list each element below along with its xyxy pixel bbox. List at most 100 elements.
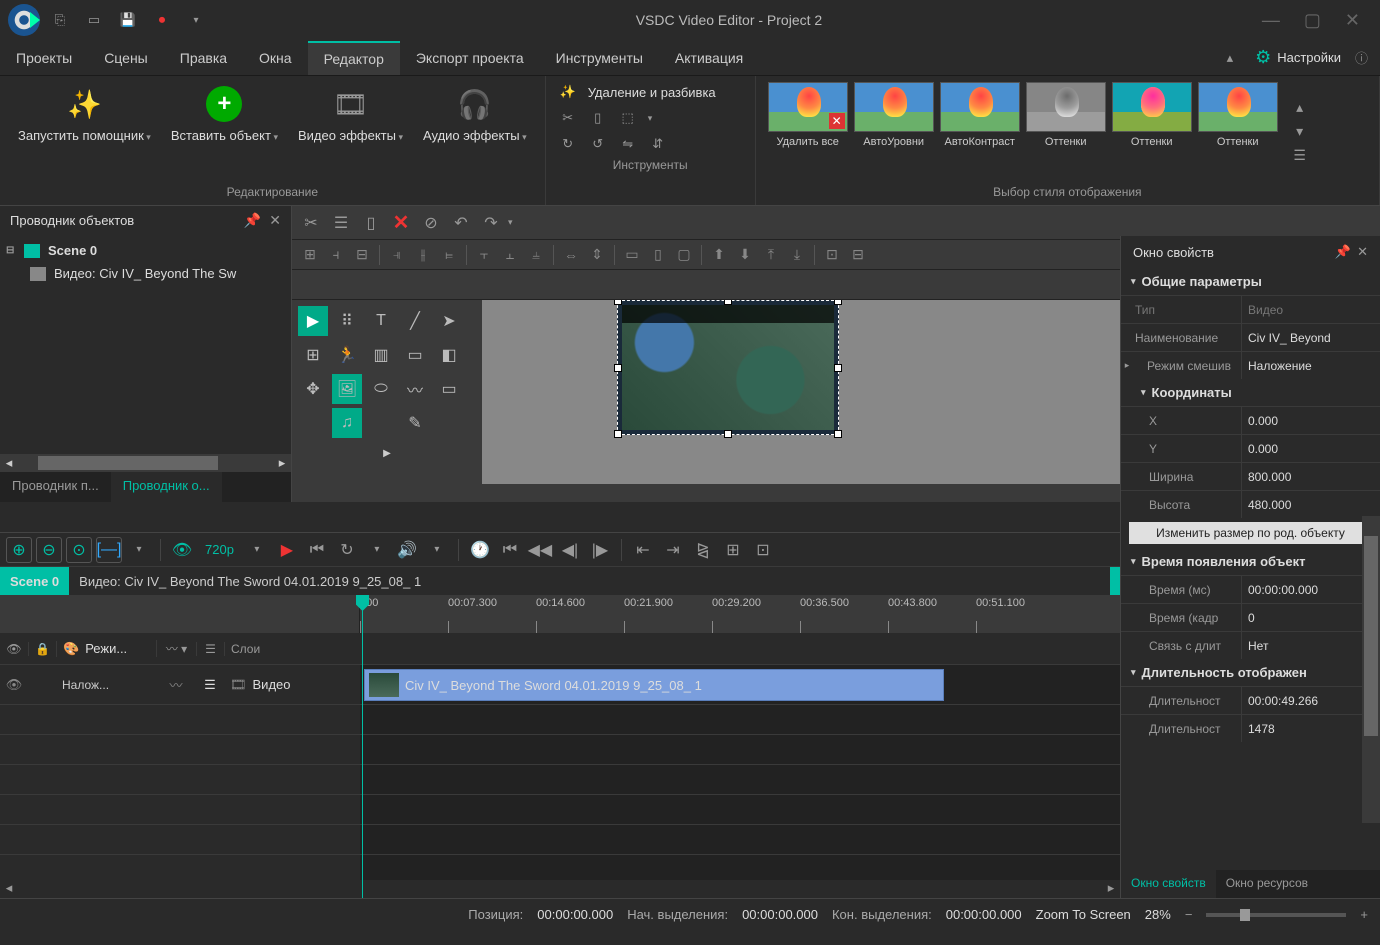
zoom-fit-icon[interactable]: ⊙ (66, 537, 92, 563)
props-time-section[interactable]: ▾Время появления объект (1121, 548, 1380, 575)
props-tab-resources[interactable]: Окно ресурсов (1216, 870, 1318, 898)
scissors-icon[interactable]: ✂ (558, 108, 578, 128)
prop-time-ms-value[interactable]: 00:00:00.000 (1241, 576, 1380, 603)
dist-v-icon[interactable]: ⇕ (585, 243, 609, 267)
cut-icon[interactable]: ✂ (298, 210, 324, 236)
clock-icon[interactable]: 🕐 (467, 537, 493, 563)
prop-time-frame-value[interactable]: 0 (1241, 604, 1380, 631)
props-close-icon[interactable]: ✕ (1357, 244, 1368, 260)
menu-windows[interactable]: Окна (243, 42, 308, 74)
tool-rects[interactable]: ▭ (434, 374, 464, 404)
qat-dropdown-icon[interactable]: ▾ (184, 8, 208, 32)
style-hues-3[interactable]: Оттенки (1198, 82, 1278, 181)
tl-dd-icon[interactable]: ▾ (126, 537, 152, 563)
style-auto-levels[interactable]: АвтоУровни (854, 82, 934, 181)
up-icon[interactable]: ⬆ (707, 243, 731, 267)
align1-icon[interactable]: ⊞ (298, 243, 322, 267)
opts-icon[interactable]: ⊡ (750, 537, 776, 563)
prop-x-value[interactable]: 0.000 (1241, 407, 1380, 434)
menu-projects[interactable]: Проекты (0, 42, 88, 74)
props-pin-icon[interactable]: 📌 (1335, 244, 1351, 260)
new-project-icon[interactable]: ⎘ (48, 8, 72, 32)
wizard-button[interactable]: ✨Запустить помощник ▾ (12, 82, 157, 146)
prop-link-value[interactable]: Нет (1241, 632, 1380, 659)
zoom-in-icon[interactable]: ⊕ (6, 537, 32, 563)
mark-in-icon[interactable]: ⇤ (630, 537, 656, 563)
selected-video-frame[interactable] (617, 300, 839, 435)
zoom-slider[interactable] (1206, 913, 1346, 917)
menu-editor[interactable]: Редактор (308, 41, 400, 75)
minimize-button[interactable]: — (1262, 10, 1280, 31)
tool-rect2[interactable]: ◧ (434, 340, 464, 370)
style-hues-2[interactable]: Оттенки (1112, 82, 1192, 181)
razor-icon[interactable]: ▯ (588, 108, 608, 128)
tool-run[interactable]: 🏃 (332, 340, 362, 370)
tool-rect[interactable]: ▭ (400, 340, 430, 370)
tool-image[interactable]: 🖼 (332, 374, 362, 404)
props-tab-properties[interactable]: Окно свойств (1121, 870, 1216, 898)
timeline-scene-label[interactable]: Scene 0 (10, 574, 59, 589)
prev-frame-icon[interactable]: ◀| (557, 537, 583, 563)
timeline-hscroll[interactable]: ◂▸ (0, 880, 1120, 898)
back-icon[interactable]: ⤓ (785, 243, 809, 267)
delete-icon[interactable]: ✕ (388, 210, 414, 236)
tool-barcode[interactable]: ▥ (366, 340, 396, 370)
maximize-button[interactable]: ▢ (1304, 10, 1321, 31)
undo-icon[interactable]: ↶ (448, 210, 474, 236)
same-size-icon[interactable]: ▢ (672, 243, 696, 267)
style-auto-contrast[interactable]: АвтоКонтраст (940, 82, 1020, 181)
align2-icon[interactable]: ⫞ (324, 243, 348, 267)
help-round-icon[interactable]: ⓘ (1355, 48, 1368, 67)
ungroup-icon[interactable]: ⊟ (846, 243, 870, 267)
rotate90-icon[interactable]: ↻ (558, 134, 578, 154)
prop-blend-value[interactable]: Наложение (1241, 352, 1380, 379)
timeline-path[interactable]: Видео: Civ IV_ Beyond The Sword 04.01.20… (69, 567, 1110, 595)
al-right-icon[interactable]: ⫢ (437, 243, 461, 267)
explorer-tab-2[interactable]: Проводник о... (111, 472, 222, 502)
insert-object-button[interactable]: +Вставить объект ▾ (165, 82, 284, 146)
mark-out-icon[interactable]: ⇥ (660, 537, 686, 563)
lock-header-icon[interactable]: 🔒 (28, 642, 56, 656)
status-zoom-mode[interactable]: Zoom To Screen (1036, 907, 1131, 922)
timeline-ruler[interactable]: 000 00:07.300 00:14.600 00:21.900 00:29.… (0, 595, 1120, 633)
front-icon[interactable]: ⤒ (759, 243, 783, 267)
flip-v-icon[interactable]: ⇵ (648, 134, 668, 154)
help-icon[interactable]: ▴ (1227, 50, 1234, 66)
close-button[interactable]: ✕ (1345, 10, 1360, 31)
dist-h-icon[interactable]: ⇔ (559, 243, 583, 267)
next-frame-icon[interactable]: |▶ (587, 537, 613, 563)
align3-icon[interactable]: ⊟ (350, 243, 374, 267)
tool-dots[interactable]: ⠿ (332, 306, 362, 336)
tool-ellipse[interactable]: ⬭ (366, 374, 396, 404)
prev-icon[interactable]: ◀◀ (527, 537, 553, 563)
first-icon[interactable]: ⏮ (497, 537, 523, 563)
panel-close-icon[interactable]: ✕ (269, 212, 281, 229)
prop-width-value[interactable]: 800.000 (1241, 463, 1380, 490)
tool-free[interactable]: ✎ (400, 408, 430, 438)
props-vscroll[interactable] (1362, 516, 1380, 823)
al-mid-icon[interactable]: ⫠ (498, 243, 522, 267)
disable-icon[interactable]: ⊘ (418, 210, 444, 236)
tree-video-item[interactable]: Видео: Civ IV_ Beyond The Sw (0, 262, 291, 285)
pin-icon[interactable]: 📌 (244, 212, 261, 229)
video-effects-button[interactable]: 🎞Видео эффекты ▾ (292, 82, 409, 146)
zoom-plus-icon[interactable]: + (1360, 907, 1368, 922)
al-top-icon[interactable]: ⫟ (472, 243, 496, 267)
volume-icon[interactable]: 🔊 (394, 537, 420, 563)
props-coords-section[interactable]: ▾Координаты (1121, 379, 1380, 406)
eye-icon[interactable]: 👁 (169, 537, 195, 563)
crop-icon[interactable]: ⬚ (618, 108, 638, 128)
menu-tools[interactable]: Инструменты (540, 42, 659, 74)
resolution-label[interactable]: 720p (199, 542, 240, 557)
play-icon[interactable]: ▶ (274, 537, 300, 563)
prop-height-value[interactable]: 480.000 (1241, 491, 1380, 518)
tool-line[interactable]: ╱ (400, 306, 430, 336)
playhead[interactable] (362, 595, 363, 898)
style-hues-1[interactable]: Оттенки (1026, 82, 1106, 181)
brackets-icon[interactable]: [—] (96, 537, 122, 563)
explorer-hscroll[interactable]: ◂▸ (0, 454, 291, 472)
gallery-up-icon[interactable]: ▴ (1290, 98, 1310, 118)
zoom-minus-icon[interactable]: − (1185, 907, 1193, 922)
props-icon[interactable]: ☰ (328, 210, 354, 236)
group-icon[interactable]: ⊡ (820, 243, 844, 267)
